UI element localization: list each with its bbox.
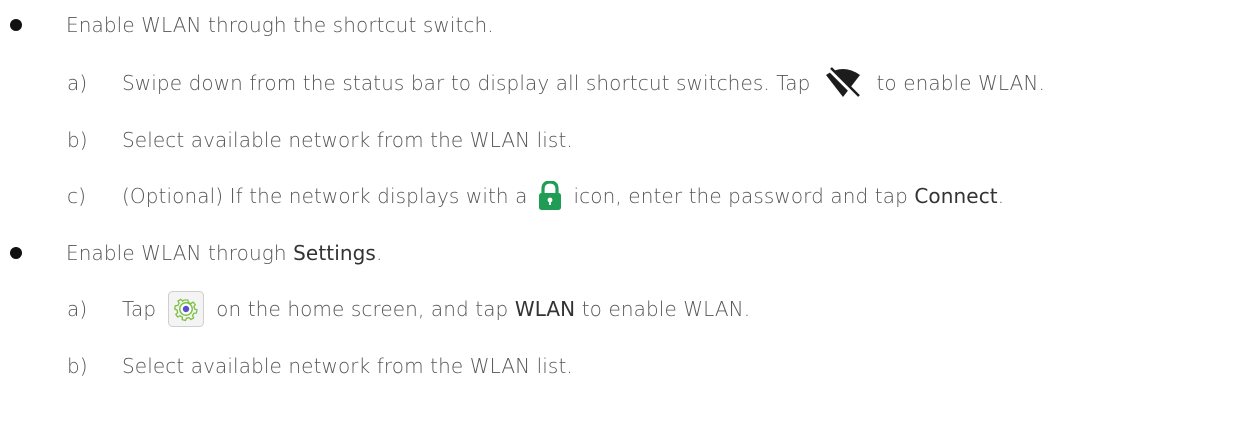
step-text: Select available network from the WLAN l… xyxy=(122,128,573,152)
bullet-dot-icon xyxy=(10,247,22,259)
step-marker: c) xyxy=(67,184,86,208)
step-text: Tap on the home screen, and tap WLAN to … xyxy=(122,289,750,329)
step-item: b) Select available network from the WLA… xyxy=(0,346,1245,386)
bullet-item-shortcut: Enable WLAN through the shortcut switch. xyxy=(0,5,1245,45)
bullet-dot-icon xyxy=(10,19,22,31)
step-text-middle: icon, enter the password and tap xyxy=(573,184,908,208)
step-text-after: to enable WLAN. xyxy=(876,71,1045,95)
wlan-label: WLAN xyxy=(514,297,576,321)
bullet-text-after: . xyxy=(375,241,383,265)
wifi-off-icon xyxy=(824,66,862,100)
bullet-text: Enable WLAN through Settings. xyxy=(66,233,382,273)
step-text: Select available network from the WLAN l… xyxy=(122,354,573,378)
step-text-before: (Optional) If the network displays with … xyxy=(122,184,528,208)
lock-icon xyxy=(538,181,562,211)
step-text-before: Swipe down from the status bar to displa… xyxy=(122,71,811,95)
bullet-text-before: Enable WLAN through xyxy=(66,241,287,265)
step-marker: b) xyxy=(67,128,88,152)
bullet-item-settings: Enable WLAN through Settings. xyxy=(0,233,1245,273)
step-marker: a) xyxy=(67,297,88,321)
step-item: b) Select available network from the WLA… xyxy=(0,120,1245,160)
step-text-middle: on the home screen, and tap xyxy=(216,297,509,321)
step-text: (Optional) If the network displays with … xyxy=(122,176,1004,216)
step-text: Swipe down from the status bar to displa… xyxy=(122,63,1045,103)
bullet-text: Enable WLAN through the shortcut switch. xyxy=(66,13,494,37)
settings-label: Settings xyxy=(293,241,376,265)
step-item: a) Tap on the home screen, and tap WLAN … xyxy=(0,289,1245,329)
step-item: a) Swipe down from the status bar to dis… xyxy=(0,63,1245,103)
step-item: c) (Optional) If the network displays wi… xyxy=(0,176,1245,216)
document-body: Enable WLAN through the shortcut switch.… xyxy=(0,0,1245,439)
step-text-after: . xyxy=(997,184,1005,208)
step-marker: a) xyxy=(67,71,88,95)
step-text-before: Tap xyxy=(122,297,157,321)
settings-icon xyxy=(168,291,205,327)
connect-label: Connect xyxy=(914,184,998,208)
step-text-after: to enable WLAN. xyxy=(581,297,751,321)
step-marker: b) xyxy=(67,354,88,378)
